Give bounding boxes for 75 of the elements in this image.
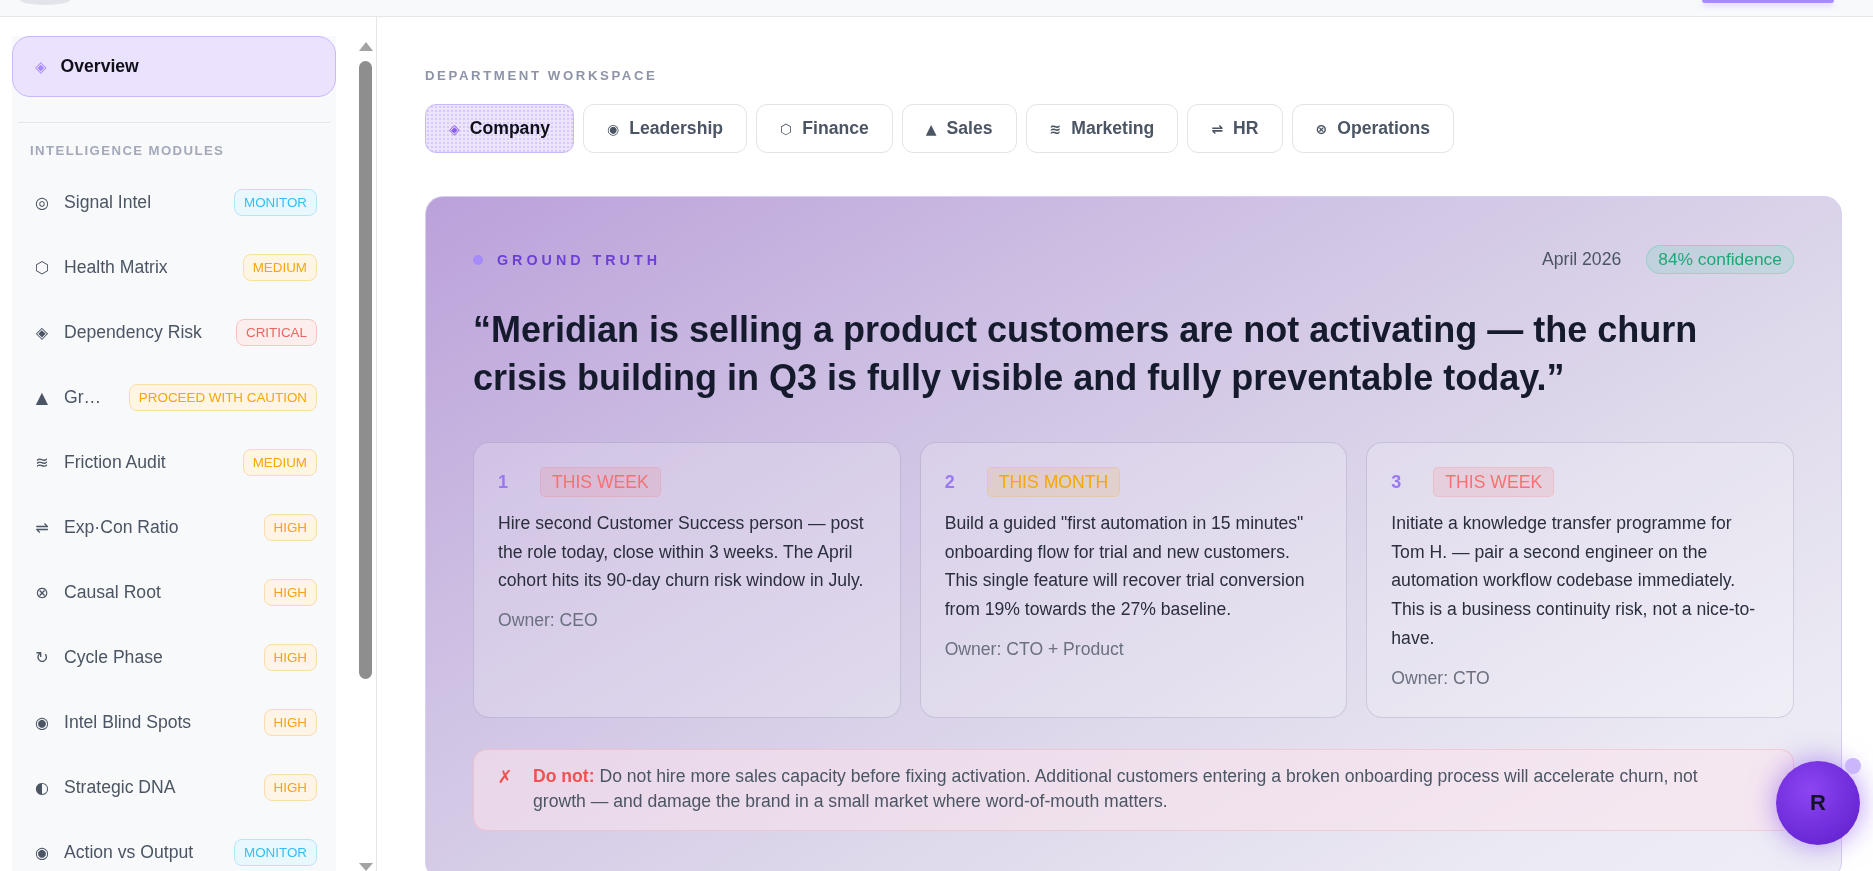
severity-badge: CRITICAL xyxy=(236,319,317,346)
department-tab[interactable]: ⬡ Finance xyxy=(756,104,893,153)
tab-icon: ▲ xyxy=(925,120,937,137)
severity-badge: HIGH xyxy=(263,709,317,736)
sidebar-item[interactable]: ◈ Dependency Risk xyxy=(32,322,226,343)
module-icon: ⬡ xyxy=(32,258,52,277)
module-icon: ▲ xyxy=(32,388,52,407)
module-icon: ◈ xyxy=(35,57,47,76)
module-icon: ≋ xyxy=(32,453,52,472)
department-tab[interactable]: ≋ Marketing xyxy=(1025,104,1179,153)
department-tab[interactable]: ⊗ Operations xyxy=(1291,104,1455,153)
severity-badge: MEDIUM xyxy=(242,449,317,476)
sidebar-item[interactable]: ◉ Intel Blind Spots xyxy=(32,712,254,733)
department-tab[interactable]: ◈ Company xyxy=(425,104,574,153)
module-icon: ↻ xyxy=(32,648,52,667)
date-label: April 2026 xyxy=(1542,249,1622,270)
sidebar-item[interactable]: ⬡ Health Matrix xyxy=(32,257,233,278)
module-icon: ◉ xyxy=(32,713,52,732)
sidebar-item[interactable]: ≋ Friction Audit xyxy=(32,452,233,473)
warning-text: Do not: Do not hire more sales capacity before fixing activation. Additional customers entering a broken onboarding process will accelerate churn, not growth — and damage the brand in a small market where word-of-mouth matters. xyxy=(533,764,1699,813)
module-icon: ⇌ xyxy=(32,518,52,537)
step-number: 1 xyxy=(498,471,508,493)
header-button[interactable] xyxy=(1702,0,1834,3)
module-icon: ◐ xyxy=(32,778,52,797)
quote-text: “Meridian is selling a product customers are not activating — the churn crisis building in Q3 is fully visible and fully preventable today.” xyxy=(473,308,1699,400)
step-number: 3 xyxy=(1391,471,1402,493)
sidebar-item[interactable]: ◉ Action vs Output xyxy=(32,842,224,863)
module-icon: ⊗ xyxy=(32,583,52,602)
tab-icon: ◉ xyxy=(606,120,620,137)
severity-badge: MEDIUM xyxy=(242,254,317,281)
scroll-up-arrow-icon[interactable] xyxy=(358,42,373,51)
timing-badge: THIS WEEK xyxy=(540,467,661,497)
department-tab[interactable]: ▲ Sales xyxy=(901,104,1017,153)
module-icon: ◉ xyxy=(32,843,52,862)
section-title: DEPARTMENT WORKSPACE xyxy=(425,68,659,84)
tab-icon: ⇌ xyxy=(1211,120,1224,137)
dot-icon xyxy=(473,254,483,265)
sidebar-item[interactable]: ▲ Gr… xyxy=(32,387,119,408)
module-icon: ◈ xyxy=(32,323,52,342)
severity-badge: MONITOR xyxy=(234,189,317,216)
sidebar-item[interactable]: ⇌ Exp·Con Ratio xyxy=(32,517,254,538)
sidebar-item[interactable]: ◐ Strategic DNA xyxy=(32,777,254,798)
section-title: INTELLIGENCE MODULES xyxy=(30,143,226,158)
department-tab[interactable]: ◉ Leadership xyxy=(582,104,748,153)
notification-dot-icon xyxy=(1845,758,1861,774)
action-text: Hire second Customer Success person — post the role today, close within 3 weeks. The April cohort hits its 90-day churn risk window in July. xyxy=(498,512,865,593)
severity-badge: HIGH xyxy=(263,514,317,541)
action-text: Build a guided "first automation in 15 minutes" onboarding flow for trial and new customers. This single feature will recover trial conversion from 19% towards the 27% baseline. xyxy=(944,512,1306,622)
tab-icon: ◈ xyxy=(449,120,460,137)
scrollbar-thumb[interactable] xyxy=(359,61,372,679)
timing-badge: THIS WEEK xyxy=(1433,467,1555,497)
tab-icon: ≋ xyxy=(1049,120,1062,137)
owner-label: Owner: CTO + Product xyxy=(944,637,1125,661)
step-number: 2 xyxy=(944,471,955,493)
module-icon: ◎ xyxy=(32,193,52,212)
severity-badge: HIGH xyxy=(263,774,317,801)
tab-icon: ⊗ xyxy=(1315,120,1328,137)
severity-badge: PROCEED WITH CAUTION xyxy=(128,384,317,411)
department-tab[interactable]: ⇌ HR xyxy=(1187,104,1283,153)
severity-badge: HIGH xyxy=(263,579,317,606)
cross-icon: ✗ xyxy=(495,763,515,789)
sidebar-item[interactable]: ↻ Cycle Phase xyxy=(32,647,254,668)
eyebrow-label: GROUND TRUTH xyxy=(497,251,661,268)
owner-label: Owner: CEO xyxy=(498,609,599,633)
severity-badge: MONITOR xyxy=(234,839,317,866)
owner-label: Owner: CTO xyxy=(1391,666,1491,690)
action-text: Initiate a knowledge transfer programme for Tom H. — pair a second engineer on the automation workflow codebase immediately. This is a business continuity risk, not a nice-to-have. xyxy=(1391,512,1757,650)
sidebar-item[interactable]: ⊗ Causal Root xyxy=(32,582,254,603)
timing-badge: THIS MONTH xyxy=(986,467,1121,497)
severity-badge: HIGH xyxy=(263,644,317,671)
sidebar-item[interactable]: ◎ Signal Intel xyxy=(32,192,224,213)
scroll-down-arrow-icon[interactable] xyxy=(358,863,373,871)
sidebar-item[interactable]: ◈ Overview xyxy=(12,36,336,97)
tab-icon: ⬡ xyxy=(780,120,793,137)
confidence-badge: 84% confidence xyxy=(1646,245,1794,274)
